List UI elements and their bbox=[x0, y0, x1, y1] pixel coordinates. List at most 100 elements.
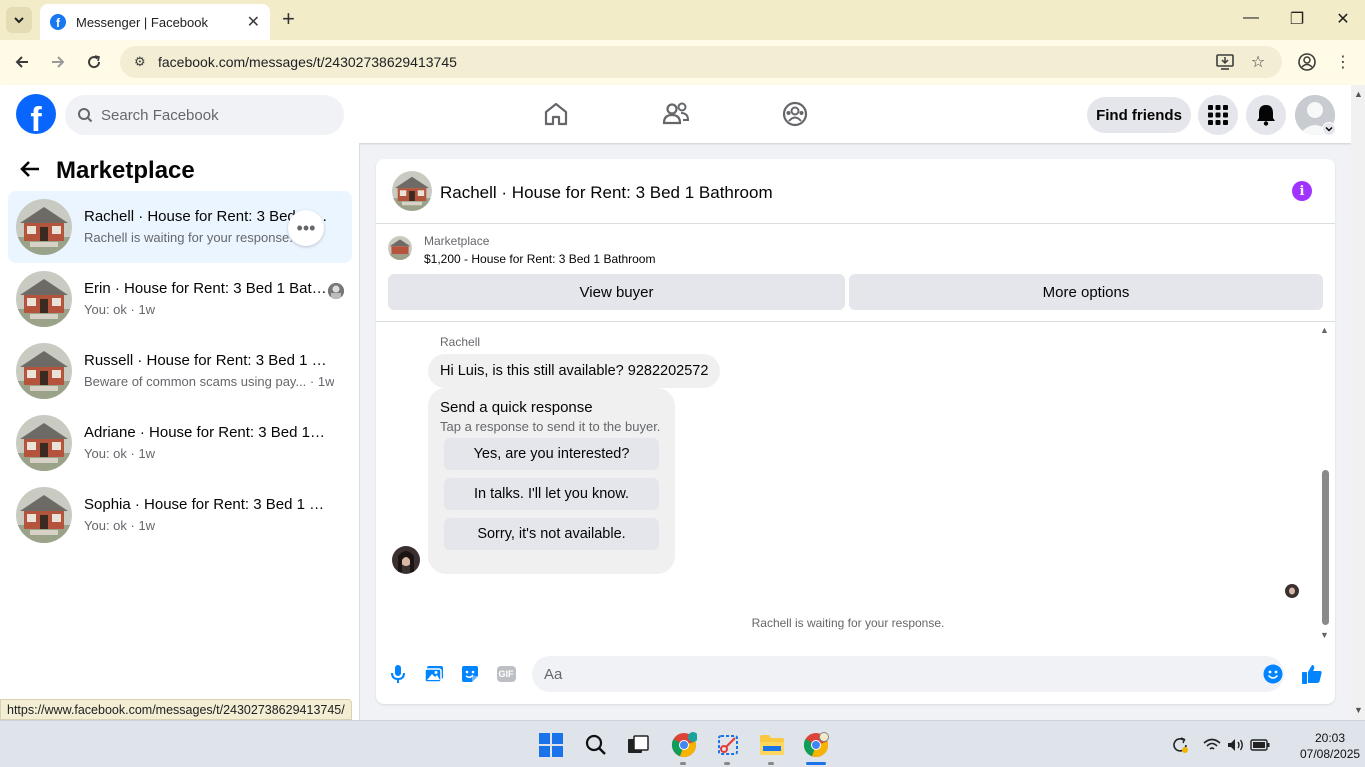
message-input-box[interactable] bbox=[532, 656, 1284, 692]
maximize-button[interactable]: ❐ bbox=[1287, 9, 1307, 29]
tab-close-icon[interactable]: ✕ bbox=[247, 12, 260, 32]
facebook-logo-letter: f bbox=[30, 101, 42, 134]
more-options-button[interactable]: More options bbox=[849, 274, 1323, 310]
back-arrow-icon[interactable] bbox=[20, 158, 40, 184]
address-bar[interactable]: ⚙ facebook.com/messages/t/24302738629413… bbox=[120, 46, 1282, 78]
listing-price-title[interactable]: $1,200 - House for Rent: 3 Bed 1 Bathroo… bbox=[424, 252, 655, 266]
home-icon[interactable] bbox=[541, 99, 571, 129]
quick-response-card: Send a quick response Tap a response to … bbox=[428, 388, 675, 574]
conversation-item[interactable]: Russell · House for Rent: 3 Bed 1 Bathro… bbox=[8, 335, 352, 407]
thumbs-up-icon[interactable] bbox=[1300, 662, 1324, 686]
photo-icon[interactable] bbox=[422, 662, 446, 686]
listing-small-thumbnail[interactable] bbox=[388, 236, 412, 260]
groups-icon[interactable] bbox=[780, 99, 810, 129]
reload-icon[interactable] bbox=[84, 52, 104, 72]
app-running-indicator bbox=[768, 762, 774, 765]
quick-response-option[interactable]: In talks. I'll let you know. bbox=[444, 478, 659, 510]
view-buyer-button[interactable]: View buyer bbox=[388, 274, 845, 310]
bookmark-star-icon[interactable]: ☆ bbox=[1248, 52, 1268, 72]
message-scrollbar-thumb[interactable] bbox=[1322, 470, 1329, 625]
conversation-preview: You: ok · 1w bbox=[84, 518, 156, 533]
minimize-button[interactable]: — bbox=[1241, 9, 1261, 27]
grid-menu-icon bbox=[1208, 105, 1228, 125]
tab-search-button[interactable] bbox=[6, 7, 32, 33]
close-window-button[interactable]: ✕ bbox=[1333, 9, 1353, 29]
scroll-down-arrow-icon[interactable]: ▼ bbox=[1320, 630, 1329, 640]
more-dots-icon: ••• bbox=[296, 217, 316, 238]
site-settings-icon[interactable]: ⚙ bbox=[134, 54, 150, 70]
volume-icon[interactable] bbox=[1226, 735, 1246, 755]
friends-icon[interactable] bbox=[661, 99, 691, 129]
emoji-icon[interactable] bbox=[1261, 662, 1285, 686]
quick-response-option[interactable]: Yes, are you interested? bbox=[444, 438, 659, 470]
page-scrollbar[interactable]: ▲ ▼ bbox=[1351, 85, 1365, 720]
conversation-title: Russell · House for Rent: 3 Bed 1 Bathro… bbox=[84, 352, 329, 369]
chat-title[interactable]: Rachell · House for Rent: 3 Bed 1 Bathro… bbox=[440, 183, 773, 203]
microphone-icon[interactable] bbox=[386, 662, 410, 686]
file-explorer-icon[interactable] bbox=[757, 730, 787, 760]
listing-house-thumbnail bbox=[16, 271, 72, 327]
conversation-title: Sophia · House for Rent: 3 Bed 1 Bathroo… bbox=[84, 496, 329, 513]
account-chevron-icon[interactable] bbox=[1322, 122, 1336, 136]
find-friends-button[interactable]: Find friends bbox=[1087, 97, 1191, 133]
quick-response-subtitle: Tap a response to send it to the buyer. bbox=[440, 419, 661, 434]
info-icon[interactable]: i bbox=[1292, 181, 1312, 201]
facebook-logo[interactable]: f bbox=[16, 94, 56, 134]
sticker-icon[interactable] bbox=[458, 662, 482, 686]
message-thread: Rachell Hi Luis, is this still available… bbox=[376, 322, 1335, 644]
conversation-item[interactable]: Adriane · House for Rent: 3 Bed 1 Bathro… bbox=[8, 407, 352, 479]
chat-listing-thumbnail[interactable] bbox=[392, 171, 432, 211]
search-icon bbox=[78, 108, 93, 123]
chrome-icon[interactable] bbox=[801, 730, 831, 760]
chat-panel: Rachell · House for Rent: 3 Bed 1 Bathro… bbox=[376, 159, 1335, 704]
listing-house-thumbnail bbox=[16, 487, 72, 543]
search-icon[interactable] bbox=[581, 730, 611, 760]
conversation-item[interactable]: Rachell · House for Rent: 3 Bed 1 Bathro… bbox=[8, 191, 352, 263]
sync-icon[interactable] bbox=[1170, 735, 1190, 755]
menu-grid-button[interactable] bbox=[1198, 95, 1238, 135]
task-view-icon[interactable] bbox=[623, 730, 653, 760]
conversation-preview: Beware of common scams using pay... · 1w bbox=[84, 374, 334, 389]
windows-start-icon[interactable] bbox=[536, 730, 566, 760]
conversation-item[interactable]: Sophia · House for Rent: 3 Bed 1 Bathroo… bbox=[8, 479, 352, 551]
install-app-icon[interactable] bbox=[1215, 52, 1235, 72]
sidebar-title: Marketplace bbox=[56, 157, 195, 184]
facebook-search-input[interactable] bbox=[101, 106, 321, 124]
profile-icon[interactable] bbox=[1297, 52, 1317, 72]
listing-house-thumbnail bbox=[16, 415, 72, 471]
listing-banner: Marketplace $1,200 - House for Rent: 3 B… bbox=[376, 224, 1335, 322]
marketplace-sidebar: Marketplace Rachell · House for Rent: 3 … bbox=[0, 143, 360, 720]
app-running-indicator bbox=[680, 762, 686, 765]
chrome-profile-icon[interactable] bbox=[669, 730, 699, 760]
back-arrow-icon[interactable] bbox=[12, 52, 32, 72]
page-scroll-up-icon[interactable]: ▲ bbox=[1354, 89, 1363, 99]
conversation-item[interactable]: Erin · House for Rent: 3 Bed 1 Bathroom … bbox=[8, 263, 352, 335]
wifi-icon[interactable] bbox=[1202, 735, 1222, 755]
forward-arrow-icon[interactable] bbox=[48, 52, 68, 72]
facebook-search-box[interactable] bbox=[65, 95, 344, 135]
browser-tab-active[interactable]: f Messenger | Facebook ✕ bbox=[40, 4, 270, 40]
waiting-status-text: Rachell is waiting for your response. bbox=[751, 616, 945, 630]
notifications-button[interactable] bbox=[1246, 95, 1286, 135]
gif-icon[interactable]: GIF bbox=[494, 662, 518, 686]
conversation-options-button[interactable]: ••• bbox=[288, 210, 324, 246]
snipping-tool-icon[interactable] bbox=[713, 730, 743, 760]
clock-date: 07/08/2025 bbox=[1300, 747, 1361, 761]
chat-header: Rachell · House for Rent: 3 Bed 1 Bathro… bbox=[376, 159, 1335, 224]
system-clock[interactable]: 20:03 07/08/2025 bbox=[1300, 730, 1360, 762]
scroll-up-arrow-icon[interactable]: ▲ bbox=[1320, 325, 1329, 335]
browser-tab-strip: f Messenger | Facebook ✕ + — ❐ ✕ bbox=[0, 0, 1365, 40]
chevron-down-icon bbox=[14, 17, 24, 24]
page-scroll-down-icon[interactable]: ▼ bbox=[1354, 705, 1363, 715]
facebook-favicon-icon: f bbox=[50, 14, 66, 30]
conversation-preview: You: ok · 1w bbox=[84, 446, 156, 461]
battery-icon[interactable] bbox=[1250, 735, 1270, 755]
quick-response-option[interactable]: Sorry, it's not available. bbox=[444, 518, 659, 550]
browser-menu-icon[interactable]: ⋮ bbox=[1333, 52, 1353, 72]
new-tab-button[interactable]: + bbox=[282, 8, 295, 30]
conversation-title: Adriane · House for Rent: 3 Bed 1 Bathro… bbox=[84, 424, 329, 441]
message-input[interactable] bbox=[544, 665, 1244, 683]
conversation-title: Erin · House for Rent: 3 Bed 1 Bathroom bbox=[84, 280, 329, 297]
sender-avatar[interactable] bbox=[392, 546, 420, 574]
browser-toolbar: ⚙ facebook.com/messages/t/24302738629413… bbox=[0, 40, 1365, 85]
